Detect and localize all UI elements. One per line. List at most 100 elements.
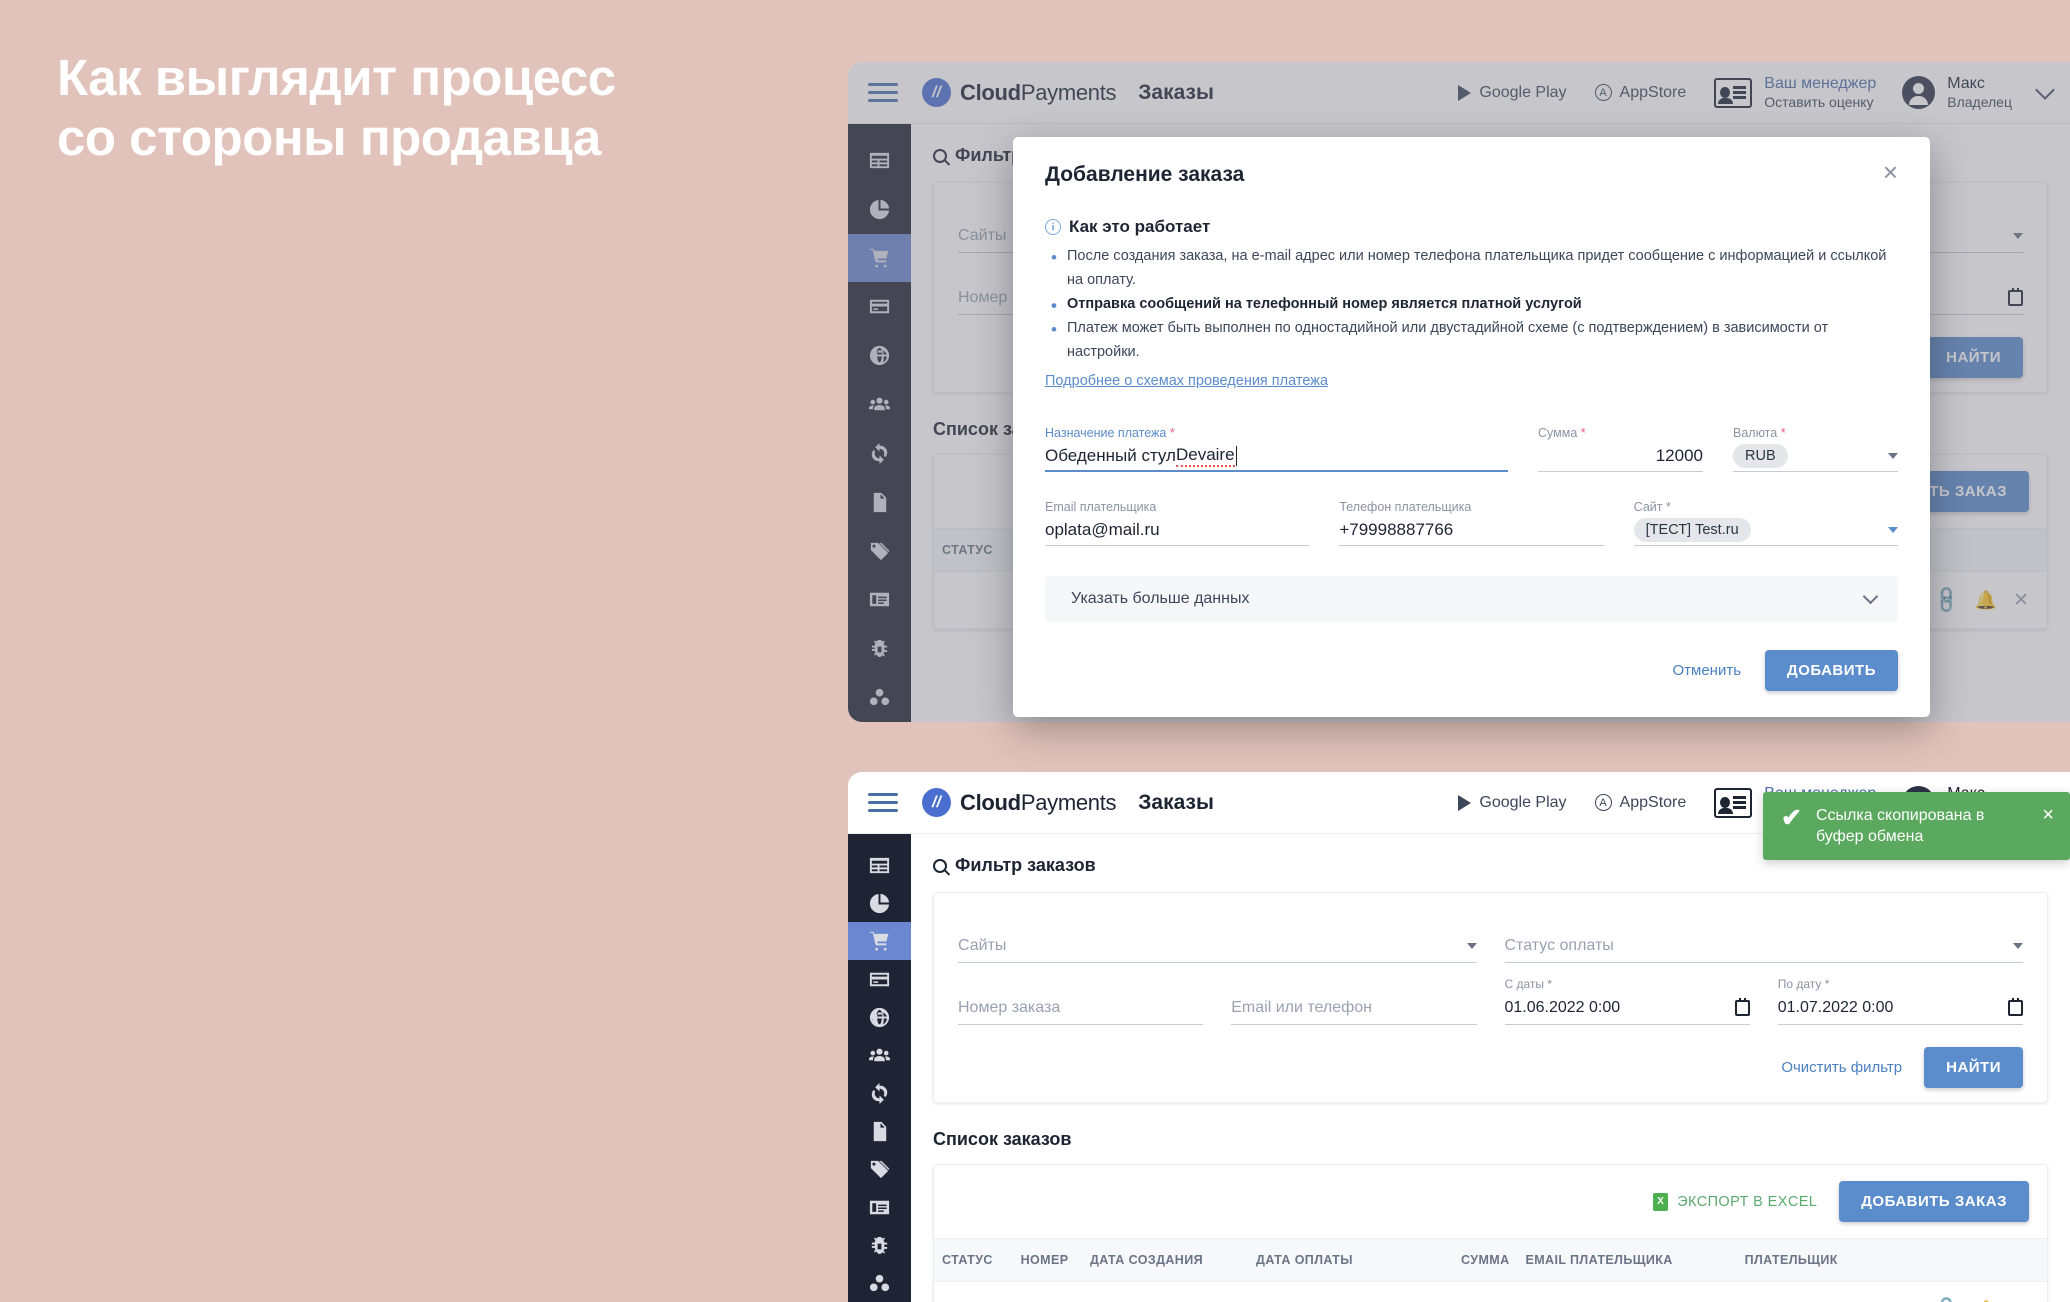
- amount-field[interactable]: Сумма * 12000: [1538, 426, 1703, 472]
- appstore-link[interactable]: A AppStore: [1594, 84, 1686, 102]
- row-actions-cell: 🔗🔔✕: [1926, 1281, 2047, 1302]
- date-to-input[interactable]: По дату * 01.07.2022 0:00: [1777, 977, 2023, 1025]
- appstore-link[interactable]: A AppStore: [1594, 794, 1686, 812]
- manager-subtitle: Оставить оценку: [1764, 93, 1874, 110]
- google-play-icon: [1458, 794, 1472, 811]
- bug-icon: [868, 1234, 891, 1257]
- order-number-input[interactable]: Номер заказа: [958, 977, 1204, 1025]
- brand-logo-group[interactable]: // CloudPayments: [922, 78, 1117, 107]
- site-select-field[interactable]: Сайт * [ТЕСТ] Test.ru: [1633, 500, 1898, 546]
- howto-list: После создания заказа, на e-mail адрес и…: [1045, 244, 1898, 365]
- search-button[interactable]: НАЙТИ: [1924, 337, 2023, 378]
- sidebar-item-table[interactable]: [848, 136, 911, 185]
- table-header-cell: EMAIL ПЛАТЕЛЬЩИКА: [1517, 1238, 1737, 1282]
- payment-status-select[interactable]: Статус оплаты: [1504, 915, 2023, 963]
- bell-icon[interactable]: 🔔: [1975, 590, 1997, 611]
- sidebar-item-cart[interactable]: [848, 922, 911, 960]
- pie-chart-icon: [868, 892, 891, 915]
- user-block[interactable]: Макс Владелец: [1902, 74, 2070, 112]
- payment-purpose-field[interactable]: Назначение платежа * Обеденный стул Deva…: [1045, 426, 1508, 472]
- search-button[interactable]: НАЙТИ: [1924, 1047, 2023, 1088]
- close-icon[interactable]: ×: [1883, 159, 1898, 185]
- submit-add-order-button[interactable]: ДОБАВИТЬ: [1765, 649, 1898, 691]
- calendar-icon[interactable]: [1734, 997, 1750, 1016]
- google-play-link[interactable]: Google Play: [1458, 794, 1567, 812]
- email-or-phone-input[interactable]: Email или телефон: [1231, 977, 1477, 1025]
- order-number-cell[interactable]: 7: [1012, 1281, 1082, 1302]
- payer-email-field[interactable]: Email плательщика oplata@mail.ru: [1045, 499, 1310, 546]
- sidebar-item-globe[interactable]: [848, 331, 911, 380]
- copy-link-toast: ✔ Ссылка скопирована в буфер обмена ×: [1763, 792, 2070, 861]
- sidebar-item-invoice[interactable]: [848, 575, 911, 624]
- sidebar-item-cubes[interactable]: [848, 1264, 911, 1302]
- sidebar-bottom: [848, 834, 911, 1302]
- sidebar-item-tags[interactable]: [848, 527, 911, 576]
- chevron-down-icon[interactable]: [1888, 453, 1898, 460]
- app-topbar: // CloudPayments Заказы Google Play A Ap…: [848, 62, 2070, 124]
- cancel-button[interactable]: Отменить: [1672, 662, 1741, 679]
- menu-burger-icon[interactable]: [868, 793, 898, 812]
- invoice-icon: [868, 1196, 891, 1219]
- sidebar-item-tags[interactable]: [848, 1150, 911, 1188]
- sidebar-item-users[interactable]: [848, 1036, 911, 1074]
- sidebar-item-credit-card[interactable]: [848, 960, 911, 998]
- calendar-icon[interactable]: [2008, 997, 2023, 1016]
- menu-burger-icon[interactable]: [868, 83, 898, 102]
- date-to-label: По дату: [1777, 977, 1822, 991]
- sidebar-item-credit-card[interactable]: [848, 282, 911, 331]
- add-order-form: Назначение платежа * Обеденный стул Deva…: [1045, 426, 1898, 622]
- sidebar-item-invoice[interactable]: [848, 1188, 911, 1226]
- sidebar-item-cubes[interactable]: [848, 673, 911, 722]
- text-caret: [1235, 445, 1238, 466]
- brand-logo-group[interactable]: // CloudPayments: [922, 788, 1117, 817]
- sidebar-item-refresh[interactable]: [848, 429, 911, 478]
- close-icon[interactable]: ✕: [2013, 1299, 2029, 1302]
- add-order-button[interactable]: ДОБАВИТЬ ЗАКАЗ: [1839, 1181, 2029, 1222]
- refresh-icon: [868, 1082, 891, 1105]
- table-row[interactable]: 717.06.2022 12 000,00 ₽oplata@mail.ru 🔗🔔✕: [934, 1281, 2047, 1302]
- user-role: Владелец: [1947, 93, 2012, 110]
- link-icon[interactable]: 🔗: [1930, 1293, 1964, 1302]
- sidebar-item-bug[interactable]: [848, 1226, 911, 1264]
- table-header-cell: [1926, 1238, 2047, 1282]
- email-or-phone-placeholder: Email или телефон: [1231, 998, 1373, 1016]
- howto-item: Платеж может быть выполнен по одностадий…: [1045, 316, 1898, 365]
- currency-field[interactable]: Валюта * RUB: [1733, 426, 1898, 472]
- sidebar-item-document[interactable]: [848, 478, 911, 527]
- calendar-icon[interactable]: [2008, 287, 2023, 306]
- cubes-icon: [868, 1272, 891, 1295]
- howto-link[interactable]: Подробнее о схемах проведения платежа: [1045, 373, 1328, 389]
- more-data-expander[interactable]: Указать больше данных: [1045, 575, 1898, 622]
- sidebar-item-cart[interactable]: [848, 233, 911, 283]
- sidebar-item-refresh[interactable]: [848, 1074, 911, 1112]
- sites-placeholder: Сайты: [958, 226, 1007, 244]
- clear-filter-button[interactable]: Очистить фильтр: [1781, 1059, 1902, 1076]
- date-from-input[interactable]: С даты * 01.06.2022 0:00: [1504, 977, 1750, 1025]
- link-icon[interactable]: 🔗: [1930, 583, 1964, 617]
- sidebar-item-pie-chart[interactable]: [848, 884, 911, 922]
- close-icon[interactable]: ×: [2042, 805, 2054, 825]
- payer-email-label: Email плательщика: [1045, 499, 1157, 514]
- excel-icon: X: [1653, 1192, 1669, 1211]
- brand-name-light: Payments: [1020, 79, 1117, 105]
- payer-phone-label: Телефон плательщика: [1339, 499, 1472, 514]
- payment-purpose-value: Обеденный стул: [1045, 445, 1176, 465]
- sidebar-item-globe[interactable]: [848, 998, 911, 1036]
- sidebar-item-pie-chart[interactable]: [848, 185, 911, 234]
- table-header-cell: СТАТУС: [934, 1238, 1013, 1282]
- chevron-down-icon[interactable]: [2035, 79, 2055, 100]
- sidebar-item-bug[interactable]: [848, 624, 911, 673]
- manager-block[interactable]: Ваш менеджер Оставить оценку: [1714, 74, 1876, 112]
- sites-select[interactable]: Сайты: [958, 915, 1477, 963]
- chevron-down-icon[interactable]: [1887, 527, 1898, 534]
- invoice-icon: [868, 588, 891, 611]
- sidebar-item-users[interactable]: [848, 380, 911, 429]
- close-icon[interactable]: ✕: [2013, 589, 2029, 612]
- search-icon: [933, 148, 947, 163]
- row-actions-cell: 🔗 🔔 ✕: [1926, 571, 2047, 629]
- export-excel-button[interactable]: X ЭКСПОРТ В EXCEL: [1653, 1192, 1817, 1211]
- payer-phone-field[interactable]: Телефон плательщика +79998887766: [1339, 499, 1604, 546]
- sidebar-item-table[interactable]: [848, 846, 911, 884]
- sidebar-item-document[interactable]: [848, 1112, 911, 1150]
- google-play-link[interactable]: Google Play: [1458, 84, 1567, 102]
